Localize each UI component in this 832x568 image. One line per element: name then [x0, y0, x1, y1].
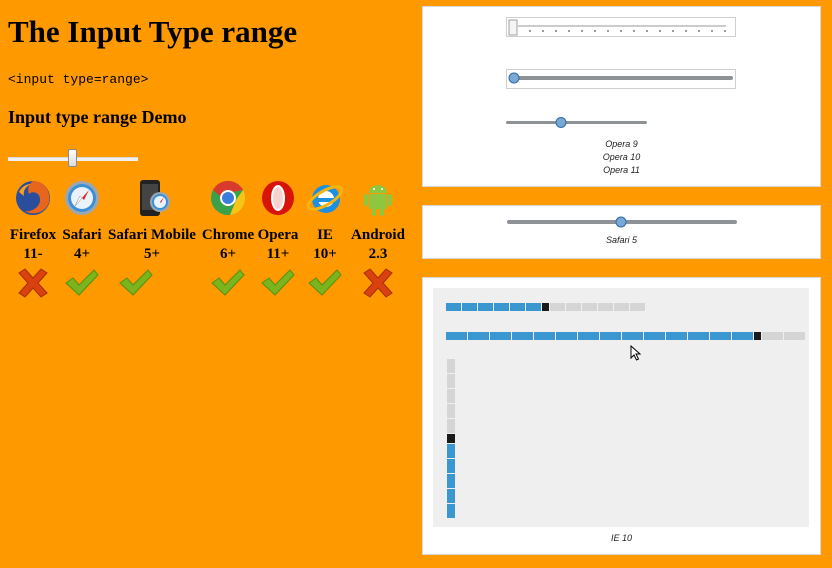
ie10-track-segment: [550, 303, 565, 311]
ie10-track-segment: [490, 332, 511, 340]
browser-version: 11+: [266, 246, 290, 262]
ie10-track-segment: [542, 303, 549, 311]
ie10-track-segment: [447, 359, 455, 373]
chrome-icon: [211, 181, 246, 215]
ie10-track-segment: [710, 332, 731, 340]
browser-android: Android 2.3: [348, 178, 408, 299]
safari5-slider: [507, 216, 737, 228]
ie10-track-segment: [494, 303, 509, 311]
ie10-track-segment: [447, 389, 455, 403]
browser-name: IE: [317, 227, 333, 243]
safari-screenshot-panel: Safari 5: [422, 205, 821, 259]
browser-safari-mobile: Safari Mobile 5+: [106, 178, 198, 299]
ie10-track-segment: [447, 374, 455, 388]
browser-version: 2.3: [368, 246, 388, 262]
opera9-slider: [506, 17, 736, 37]
browser-name: Android: [351, 227, 405, 243]
ie10-track-segment: [446, 303, 461, 311]
ie10-track-segment: [688, 332, 709, 340]
android-icon: [364, 185, 392, 216]
browser-version: 4+: [73, 246, 91, 262]
ie10-track-segment: [447, 419, 455, 433]
browser-firefox: Firefox 11-: [8, 178, 58, 299]
opera10-slider: [506, 69, 736, 89]
firefox-icon: [16, 181, 50, 215]
ie10-track-segment: [468, 332, 489, 340]
safari-mobile-icon: [140, 180, 170, 216]
ie10-track-segment: [784, 332, 805, 340]
checkmark-icon: [211, 269, 245, 296]
ie10-track-segment: [512, 332, 533, 340]
cross-icon: [363, 268, 393, 298]
ie10-track-segment: [600, 332, 621, 340]
ie10-track-segment: [478, 303, 493, 311]
ie10-track-segment: [462, 303, 477, 311]
browser-safari: Safari 4+: [60, 178, 104, 299]
caption-opera-9: Opera 9: [605, 139, 638, 149]
ie10-track-segment: [556, 332, 577, 340]
browser-chrome: Chrome 6+: [200, 178, 256, 299]
ie10-track-segment: [732, 332, 753, 340]
ie10-track-segment: [644, 332, 665, 340]
ie10-track-segment: [447, 459, 455, 473]
ie10-track-segment: [622, 332, 643, 340]
ie10-track-segment: [578, 332, 599, 340]
ie-screenshot-panel: IE 10: [422, 277, 821, 555]
ie10-slider-short: [446, 303, 646, 311]
ie10-track-segment: [447, 504, 455, 518]
browser-version: 10+: [313, 246, 337, 262]
ie10-track-segment: [762, 332, 783, 340]
ie10-slider-vertical: [447, 359, 455, 519]
ie10-track-segment: [526, 303, 541, 311]
ie10-track-segment: [510, 303, 525, 311]
caption-ie-10: IE 10: [610, 533, 632, 543]
ie10-track-segment: [614, 303, 629, 311]
demo-range-slider[interactable]: [8, 148, 138, 170]
ie10-track-segment: [754, 332, 761, 340]
ie10-demo-area: [433, 288, 809, 527]
browser-support-list: Firefox 11- Safari 4+ Safari Mobile 5+ C…: [0, 178, 420, 308]
ie10-track-segment: [447, 444, 455, 458]
caption-opera-10: Opera 10: [602, 152, 641, 162]
browser-name: Firefox: [9, 227, 57, 243]
ie10-track-segment: [534, 332, 555, 340]
cursor-arrow-icon: [630, 345, 642, 361]
slider-thumb[interactable]: [68, 149, 77, 167]
browser-name: Safari: [62, 227, 102, 243]
browser-name: Safari Mobile: [108, 227, 196, 243]
ie10-track-segment: [447, 434, 455, 443]
ie10-track-segment: [582, 303, 597, 311]
checkmark-icon: [261, 269, 295, 296]
ie10-slider-long: [446, 332, 806, 340]
safari-icon: [65, 181, 99, 215]
browser-name: Chrome: [201, 227, 255, 243]
opera-screenshot-panel: Opera 9 Opera 10 Opera 11: [422, 6, 821, 187]
cross-icon: [18, 268, 48, 298]
ie10-track-segment: [447, 474, 455, 488]
ie10-track-segment: [447, 404, 455, 418]
opera11-slider: [506, 117, 647, 128]
ie10-track-segment: [630, 303, 645, 311]
checkmark-icon: [65, 269, 99, 296]
browser-name: Opera: [257, 227, 299, 243]
code-snippet: <input type=range>: [8, 72, 149, 87]
browser-version: 5+: [143, 246, 161, 262]
caption-opera-11: Opera 11: [603, 165, 640, 175]
ie-icon: [306, 185, 344, 213]
page-title: The Input Type range: [8, 14, 298, 49]
browser-ie: IE 10+: [302, 178, 348, 299]
checkmark-icon: [308, 269, 342, 296]
checkmark-icon: [119, 269, 153, 296]
browser-opera: Opera 11+: [256, 178, 300, 299]
caption-safari-5: Safari 5: [605, 235, 638, 245]
opera-icon: [262, 181, 294, 215]
browser-version: 6+: [219, 246, 237, 262]
ie10-track-segment: [447, 489, 455, 503]
ie10-track-segment: [446, 332, 467, 340]
ie10-track-segment: [566, 303, 581, 311]
browser-version: 11-: [23, 246, 43, 262]
demo-heading: Input type range Demo: [8, 107, 187, 127]
ie10-track-segment: [598, 303, 613, 311]
ie10-track-segment: [666, 332, 687, 340]
